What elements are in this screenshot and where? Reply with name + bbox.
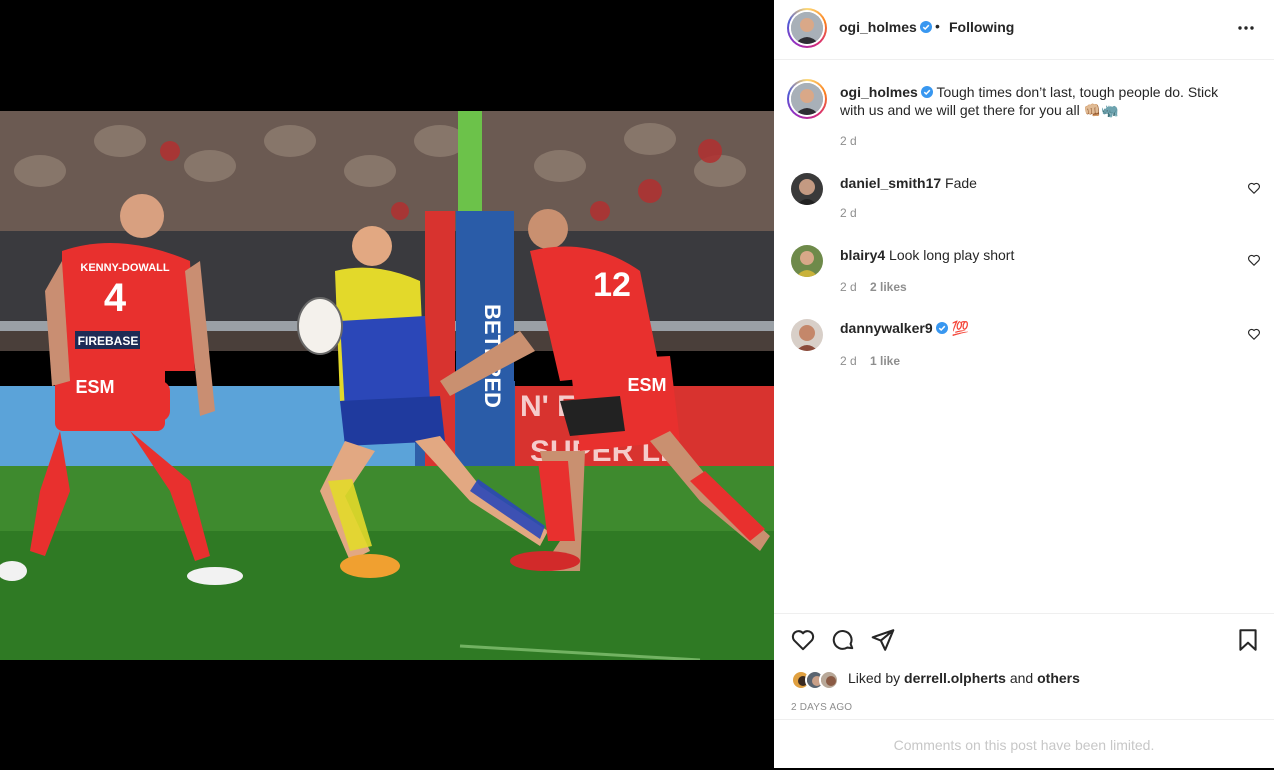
jersey-name-left: KENNY-DOWALL bbox=[80, 262, 170, 274]
comment-item: blairy4 Look long play short bbox=[840, 246, 1014, 264]
following-button[interactable]: Following bbox=[949, 19, 1014, 35]
commenter-avatar[interactable] bbox=[791, 173, 823, 205]
post-header: ogi_holmes • Following bbox=[774, 0, 1274, 60]
comment-item: daniel_smith17 Fade bbox=[840, 174, 977, 192]
comment-text: Fade bbox=[945, 175, 977, 191]
verified-icon bbox=[919, 21, 932, 33]
comment-username[interactable]: blairy4 bbox=[840, 247, 885, 263]
comment-text: 💯 bbox=[951, 320, 969, 336]
jersey-number-right: 12 bbox=[593, 266, 631, 304]
post-date[interactable]: 2 DAYS AGO bbox=[791, 702, 852, 713]
avatar bbox=[791, 83, 823, 115]
heart-icon[interactable] bbox=[1247, 253, 1261, 267]
comment-username[interactable]: daniel_smith17 bbox=[840, 175, 941, 191]
post-caption: ogi_holmes Tough times don’t last, tough… bbox=[840, 83, 1240, 119]
comment-time[interactable]: 2 d bbox=[840, 206, 857, 220]
liked-by-text: Liked by derrell.olpherts and others bbox=[848, 670, 1080, 686]
comment-time[interactable]: 2 d bbox=[840, 280, 857, 294]
jersey-number-left: 4 bbox=[104, 276, 127, 320]
bookmark-icon[interactable] bbox=[1235, 627, 1261, 653]
avatar bbox=[791, 12, 823, 44]
share-icon[interactable] bbox=[870, 627, 896, 653]
post-photo[interactable]: BETFRED N' ESPIR SUPER LE 4 KENN bbox=[0, 111, 774, 660]
liked-others-link[interactable]: others bbox=[1037, 670, 1080, 686]
caption-avatar[interactable] bbox=[787, 79, 827, 119]
comments-limited-notice: Comments on this post have been limited. bbox=[774, 719, 1274, 769]
action-bar: Liked by derrell.olpherts and others 2 D… bbox=[774, 613, 1274, 768]
comment-text: Look long play short bbox=[889, 247, 1015, 263]
liked-and: and bbox=[1009, 670, 1034, 686]
sponsor-right: ESM bbox=[627, 375, 666, 395]
commenter-avatar[interactable] bbox=[791, 245, 823, 277]
heart-icon[interactable] bbox=[1247, 181, 1261, 195]
comment-item: dannywalker9 💯 bbox=[840, 319, 969, 337]
comment-time[interactable]: 2 d bbox=[840, 354, 857, 368]
sponsor-left: ESM bbox=[75, 377, 114, 397]
post-media: BETFRED N' ESPIR SUPER LE 4 KENN bbox=[0, 0, 774, 768]
post-panel: ogi_holmes • Following ogi_holmes Tough … bbox=[774, 0, 1274, 768]
author-avatar[interactable] bbox=[787, 8, 827, 48]
comment-icon[interactable] bbox=[830, 627, 856, 653]
commenter-avatar[interactable] bbox=[791, 319, 823, 351]
avatar bbox=[819, 670, 839, 690]
caption-username[interactable]: ogi_holmes bbox=[840, 84, 918, 100]
verified-icon bbox=[935, 322, 948, 334]
author-username[interactable]: ogi_holmes bbox=[839, 19, 932, 35]
heart-icon[interactable] bbox=[1247, 327, 1261, 341]
heart-icon[interactable] bbox=[790, 627, 816, 653]
comment-username[interactable]: dannywalker9 bbox=[840, 320, 933, 336]
liked-user-link[interactable]: derrell.olpherts bbox=[904, 670, 1006, 686]
verified-icon bbox=[920, 86, 933, 98]
separator-dot: • bbox=[935, 18, 940, 34]
comment-likes[interactable]: 2 likes bbox=[870, 280, 907, 294]
liked-prefix: Liked by bbox=[848, 670, 901, 686]
caption-time[interactable]: 2 d bbox=[840, 134, 857, 148]
chest-sponsor: FIREBASE bbox=[78, 334, 139, 348]
author-username-text: ogi_holmes bbox=[839, 19, 917, 35]
more-icon[interactable] bbox=[1236, 18, 1256, 38]
comment-likes[interactable]: 1 like bbox=[870, 354, 900, 368]
